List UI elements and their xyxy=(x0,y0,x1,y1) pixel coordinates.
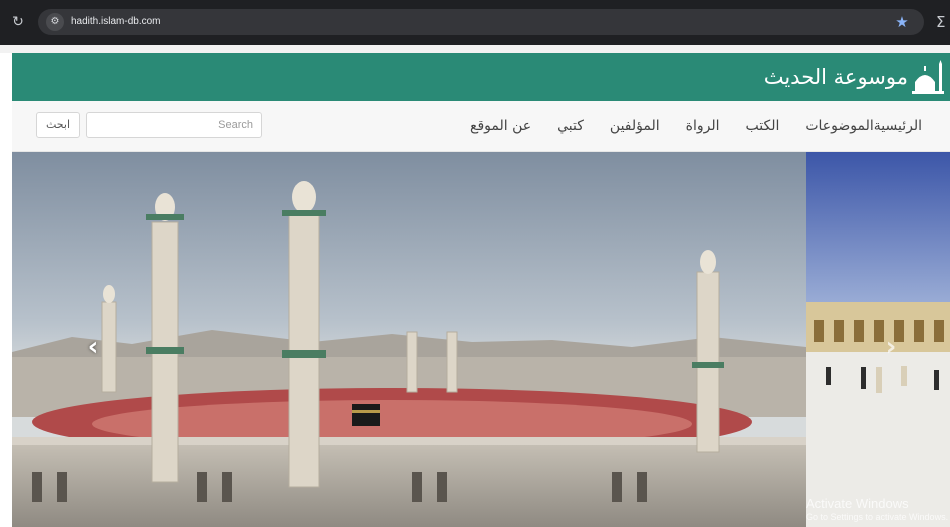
image-carousel: ‹ › xyxy=(12,152,950,527)
extension-icon[interactable]: Σ xyxy=(936,13,950,31)
site-header: موسوعة الحديث xyxy=(12,53,950,101)
nav-item-home[interactable]: الرئيسية xyxy=(874,118,922,134)
site-title: موسوعة الحديث xyxy=(763,65,908,89)
site-logo[interactable]: موسوعة الحديث xyxy=(764,60,944,94)
nav-item-narrators[interactable]: الرواة xyxy=(686,118,720,134)
page-background xyxy=(0,45,950,53)
nav-item-my-books[interactable]: كتبي xyxy=(557,118,584,134)
url-text[interactable]: hadith.islam-db.com xyxy=(71,9,160,35)
site-info-icon[interactable]: ⚙ xyxy=(46,13,64,31)
carousel-next-slide-image xyxy=(806,152,950,527)
mosque-icon xyxy=(912,60,944,94)
browser-toolbar: ↻ ⚙ hadith.islam-db.com ★ Σ xyxy=(0,0,950,45)
watermark-subtitle: Go to Settings to activate Windows. xyxy=(806,511,949,522)
bookmark-star-icon[interactable]: ★ xyxy=(892,12,912,32)
chevron-left-icon[interactable]: ‹ xyxy=(82,332,104,362)
activate-windows-watermark: Activate Windows Go to Settings to activ… xyxy=(806,496,949,522)
reload-icon[interactable]: ↻ xyxy=(10,14,26,30)
address-bar[interactable]: ⚙ hadith.islam-db.com ★ xyxy=(38,9,924,35)
nav-menu: الرئيسية الموضوعات الكتب الرواة المؤلفين… xyxy=(444,101,922,151)
search-button[interactable]: ابحث xyxy=(36,112,80,138)
nav-item-authors[interactable]: المؤلفين xyxy=(610,118,660,134)
carousel-slide-image xyxy=(12,152,806,527)
main-navbar: الرئيسية الموضوعات الكتب الرواة المؤلفين… xyxy=(12,101,950,152)
chevron-right-icon[interactable]: › xyxy=(880,332,902,362)
nav-item-about[interactable]: عن الموقع xyxy=(470,118,531,134)
search-input[interactable] xyxy=(86,112,262,138)
watermark-title: Activate Windows xyxy=(806,496,909,511)
nav-item-topics[interactable]: الموضوعات xyxy=(805,118,873,134)
nav-item-books[interactable]: الكتب xyxy=(746,118,780,134)
